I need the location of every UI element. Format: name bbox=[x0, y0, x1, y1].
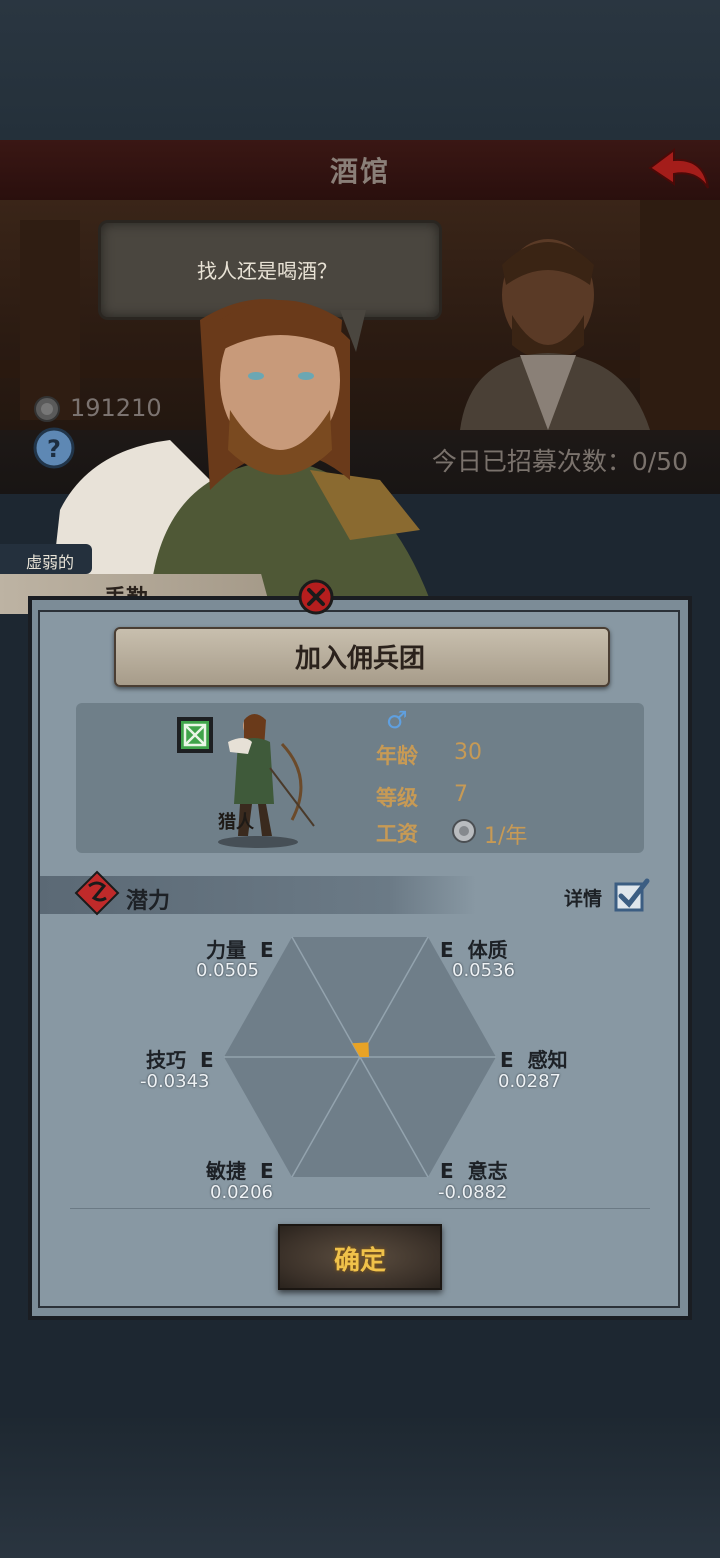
class-label: 猎人 bbox=[218, 812, 254, 833]
divider bbox=[70, 1208, 650, 1209]
attr-will-value: -0.0882 bbox=[438, 1182, 508, 1203]
barkeeper-portrait bbox=[460, 239, 650, 430]
recruit-count: 今日已招募次数：0/50 bbox=[431, 447, 688, 476]
hero-portrait bbox=[50, 299, 430, 600]
potential-label: 潜力 bbox=[126, 889, 171, 914]
attr-agility-value: 0.0206 bbox=[210, 1182, 273, 1203]
attr-perception-name: E 感知 bbox=[500, 1048, 568, 1072]
age-value: 30 bbox=[454, 740, 482, 765]
trait-label: 虚弱的 bbox=[26, 553, 75, 572]
attr-skill-name: 技巧 E bbox=[146, 1048, 214, 1072]
background-bottom bbox=[0, 1418, 720, 1558]
age-label: 年龄 bbox=[376, 744, 418, 768]
male-gender-icon: ♂ bbox=[386, 706, 408, 734]
attr-will-name: E 意志 bbox=[440, 1159, 508, 1183]
back-arrow-icon[interactable] bbox=[646, 146, 712, 192]
recruit-info-box bbox=[76, 703, 644, 853]
level-value: 7 bbox=[454, 782, 468, 807]
background-top bbox=[0, 0, 720, 140]
close-icon[interactable] bbox=[298, 579, 334, 615]
attr-strength-name: 力量 E bbox=[206, 938, 274, 962]
detail-checkbox[interactable] bbox=[614, 878, 650, 912]
salary-label: 工资 bbox=[376, 822, 418, 846]
attr-constitution-name: E 体质 bbox=[440, 938, 508, 962]
detail-label: 详情 bbox=[564, 888, 603, 910]
attr-constitution-value: 0.0536 bbox=[452, 960, 515, 981]
level-label: 等级 bbox=[376, 786, 418, 810]
page-title: 酒馆 bbox=[329, 155, 390, 188]
silver-coin-icon bbox=[452, 819, 476, 843]
salary-value: 1/年 bbox=[484, 824, 528, 849]
attr-skill-value: -0.0343 bbox=[140, 1071, 210, 1092]
attr-strength-value: 0.0505 bbox=[196, 960, 259, 981]
attr-perception-value: 0.0287 bbox=[498, 1071, 561, 1092]
attr-agility-name: 敏捷 E bbox=[206, 1159, 274, 1183]
dialog-title: 加入佣兵团 bbox=[294, 644, 425, 674]
confirm-button-label: 确定 bbox=[333, 1246, 386, 1276]
potential-icon bbox=[74, 870, 120, 916]
